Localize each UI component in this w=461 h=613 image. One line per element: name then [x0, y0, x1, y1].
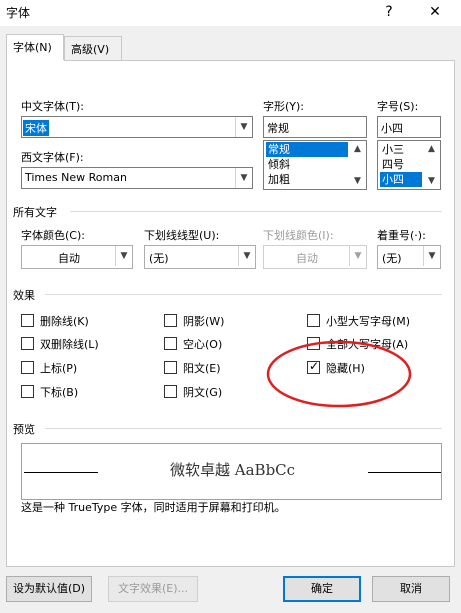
all-text-heading: 所有文字 [13, 206, 57, 219]
small-caps-checkbox[interactable] [307, 314, 320, 327]
preview-note: 这是一种 TrueType 字体，同时适用于屏幕和打印机。 [21, 501, 286, 514]
annotation-circle [266, 340, 412, 408]
preview-sample: 微软卓越 AaBbCc [170, 461, 296, 479]
close-button[interactable]: ✕ [424, 2, 446, 22]
style-label: 字形(Y): [263, 100, 305, 113]
underline-color-label: 下划线颜色(I): [263, 229, 334, 242]
strikethrough-checkbox[interactable] [21, 314, 34, 327]
subscript-checkbox[interactable] [21, 385, 34, 398]
double-strikethrough-label[interactable]: 双删除线(L) [40, 336, 99, 352]
emboss-checkbox[interactable] [164, 361, 177, 374]
ok-button[interactable]: 确定 [283, 576, 361, 602]
chevron-down-icon: ▼ [349, 246, 366, 266]
chevron-up-icon[interactable]: ▲ [349, 142, 366, 156]
underline-color-value: 自动 [296, 252, 318, 265]
chevron-down-icon[interactable]: ▼ [115, 246, 132, 266]
preview-heading: 预览 [13, 423, 35, 436]
shadow-label[interactable]: 阴影(W) [183, 313, 224, 329]
emphasis-label: 着重号(·): [377, 229, 426, 242]
divider [45, 294, 442, 295]
chinese-font-value: 宋体 [23, 120, 49, 136]
chevron-down-icon[interactable]: ▼ [238, 246, 255, 266]
preview-rule-left [24, 472, 98, 473]
preview-box: 微软卓越 AaBbCc [21, 443, 442, 500]
tab-join [7, 60, 64, 62]
list-item[interactable]: 小三 [380, 142, 406, 157]
list-item[interactable]: 小四 [380, 172, 422, 187]
style-value: 常规 [267, 122, 289, 135]
style-input[interactable]: 常规 [263, 116, 367, 138]
superscript-label[interactable]: 上标(P) [40, 360, 77, 376]
underline-label: 下划线线型(U): [144, 229, 220, 242]
shadow-checkbox[interactable] [164, 314, 177, 327]
emboss-label[interactable]: 阳文(E) [183, 360, 221, 376]
set-default-button[interactable]: 设为默认值(D) [6, 576, 92, 602]
chevron-down-icon[interactable]: ▼ [423, 246, 440, 266]
small-caps-label[interactable]: 小型大写字母(M) [326, 313, 410, 329]
preview-rule-right [368, 472, 441, 473]
subscript-label[interactable]: 下标(B) [40, 384, 78, 400]
scrollbar[interactable]: ▲ ▼ [423, 141, 440, 189]
western-font-value: Times New Roman [25, 171, 127, 184]
effects-heading: 效果 [13, 289, 35, 302]
chevron-down-icon[interactable]: ▼ [235, 117, 252, 137]
outline-checkbox[interactable] [164, 337, 177, 350]
emphasis-dropdown[interactable]: (无) ▼ [377, 245, 441, 269]
chevron-down-icon[interactable]: ▼ [423, 174, 440, 188]
list-item[interactable]: 四号 [380, 157, 406, 172]
outline-label[interactable]: 空心(O) [183, 336, 222, 352]
engrave-checkbox[interactable] [164, 385, 177, 398]
tab-advanced[interactable]: 高级(V) [64, 36, 122, 60]
western-font-combo[interactable]: Times New Roman ▼ [21, 167, 253, 189]
font-color-value: 自动 [58, 252, 80, 265]
double-strikethrough-checkbox[interactable] [21, 337, 34, 350]
font-color-dropdown[interactable]: 自动 ▼ [21, 245, 133, 269]
text-effects-button: 文字效果(E)... [108, 576, 198, 602]
chevron-down-icon[interactable]: ▼ [349, 174, 366, 188]
window-title: 字体 [6, 6, 31, 20]
size-value: 小四 [381, 122, 403, 135]
strikethrough-label[interactable]: 删除线(K) [40, 313, 89, 329]
emphasis-value: (无) [382, 252, 402, 265]
list-item[interactable]: 倾斜 [266, 157, 292, 172]
chevron-up-icon[interactable]: ▲ [423, 142, 440, 156]
superscript-checkbox[interactable] [21, 361, 34, 374]
list-item[interactable]: 常规 [266, 142, 348, 157]
engrave-label[interactable]: 阴文(G) [183, 384, 222, 400]
size-input[interactable]: 小四 [377, 116, 441, 138]
underline-dropdown[interactable]: (无) ▼ [144, 245, 256, 269]
chevron-down-icon[interactable]: ▼ [235, 168, 252, 188]
list-item[interactable]: 加粗 [266, 172, 292, 187]
cancel-button[interactable]: 取消 [372, 576, 450, 602]
size-label: 字号(S): [377, 100, 419, 113]
tab-font[interactable]: 字体(N) [6, 34, 64, 61]
help-button[interactable]: ? [378, 2, 400, 22]
scrollbar[interactable]: ▲ ▼ [349, 141, 366, 189]
underline-value: (无) [149, 252, 169, 265]
font-color-label: 字体颜色(C): [21, 229, 85, 242]
chinese-font-combo[interactable]: 宋体 ▼ [21, 116, 253, 138]
western-font-label: 西文字体(F): [21, 151, 84, 164]
style-listbox[interactable]: 常规 倾斜 加粗 ▲ ▼ [263, 140, 367, 190]
chinese-font-label: 中文字体(T): [21, 100, 85, 113]
underline-color-dropdown: 自动 ▼ [263, 245, 367, 269]
size-listbox[interactable]: 小三 四号 小四 ▲ ▼ [377, 140, 441, 190]
divider [70, 211, 442, 212]
divider [45, 428, 442, 429]
